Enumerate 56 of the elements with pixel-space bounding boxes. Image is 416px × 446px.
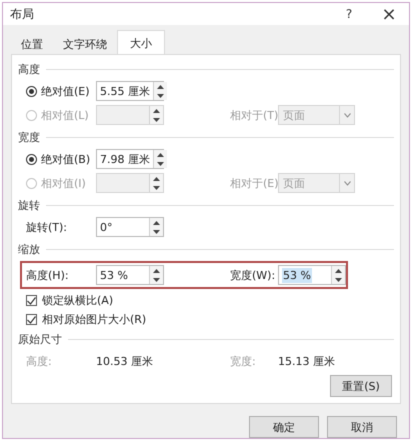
radio-label: 相对值(I)	[41, 176, 86, 190]
info-label: 宽度:	[230, 354, 257, 368]
spin-up-icon[interactable]	[153, 108, 160, 112]
field-label: 旋转(T):	[26, 220, 68, 234]
dialog-button[interactable]: 确定	[249, 416, 319, 438]
window-title: 布局	[10, 6, 35, 22]
checkbox-label: 相对原始图片大小(R)	[42, 312, 146, 327]
spin-down-icon[interactable]	[153, 278, 160, 282]
spin-field[interactable]: 53 %	[96, 265, 164, 285]
radio-button[interactable]	[26, 86, 37, 96]
spin-field[interactable]: 0°	[96, 217, 164, 237]
section-title: 高度	[18, 62, 40, 76]
spin-field[interactable]: 7.98 厘米	[96, 149, 164, 169]
spin-down-icon[interactable]	[157, 162, 164, 166]
field-label: 宽度(W):	[230, 268, 276, 282]
spin-down-icon[interactable]	[335, 278, 342, 282]
chevron-down-icon	[344, 112, 350, 118]
section-title: 原始尺寸	[18, 332, 62, 346]
section-title: 缩放	[18, 242, 40, 256]
close-button[interactable]: ×	[377, 4, 401, 24]
spin-down-icon[interactable]	[153, 230, 160, 234]
info-value: 15.13 厘米	[278, 354, 336, 368]
help-button[interactable]: ?	[339, 7, 359, 21]
spin-up-icon[interactable]	[153, 268, 160, 272]
relative-to-label: 相对于(E)	[230, 176, 278, 190]
spin-field[interactable]: 53 %	[278, 265, 346, 285]
checkbox[interactable]	[26, 314, 37, 325]
chevron-down-icon	[344, 180, 350, 186]
spin-up-icon[interactable]	[335, 268, 342, 272]
spin-up-icon[interactable]	[157, 84, 164, 88]
checkbox-label: 锁定纵横比(A)	[42, 293, 114, 308]
radio-label: 相对值(L)	[41, 108, 89, 122]
checkbox[interactable]	[26, 295, 37, 306]
spin-field[interactable]	[96, 173, 164, 193]
spin-field[interactable]	[96, 105, 164, 125]
info-label: 高度:	[26, 354, 53, 368]
tab[interactable]: 大小	[117, 30, 165, 54]
spin-down-icon[interactable]	[153, 118, 160, 122]
spin-down-icon[interactable]	[153, 186, 160, 190]
tab[interactable]: 位置	[11, 32, 53, 54]
radio-label: 绝对值(E)	[41, 84, 90, 98]
tab[interactable]: 文字环绕	[53, 32, 117, 54]
spin-field[interactable]: 5.55 厘米	[96, 81, 164, 101]
section-title: 旋转	[18, 198, 40, 212]
radio-button[interactable]	[26, 154, 37, 164]
section-title: 宽度	[18, 130, 40, 144]
dialog-button[interactable]: 取消	[327, 416, 397, 438]
reset-button[interactable]: 重置(S)	[330, 375, 392, 397]
radio-label: 绝对值(B)	[41, 152, 90, 166]
info-value: 10.53 厘米	[96, 354, 154, 368]
relative-to-label: 相对于(T)	[230, 108, 278, 122]
spin-up-icon[interactable]	[153, 176, 160, 180]
spin-down-icon[interactable]	[157, 94, 164, 98]
field-label: 高度(H):	[26, 268, 70, 282]
spin-up-icon[interactable]	[157, 152, 164, 156]
spin-up-icon[interactable]	[153, 220, 160, 224]
